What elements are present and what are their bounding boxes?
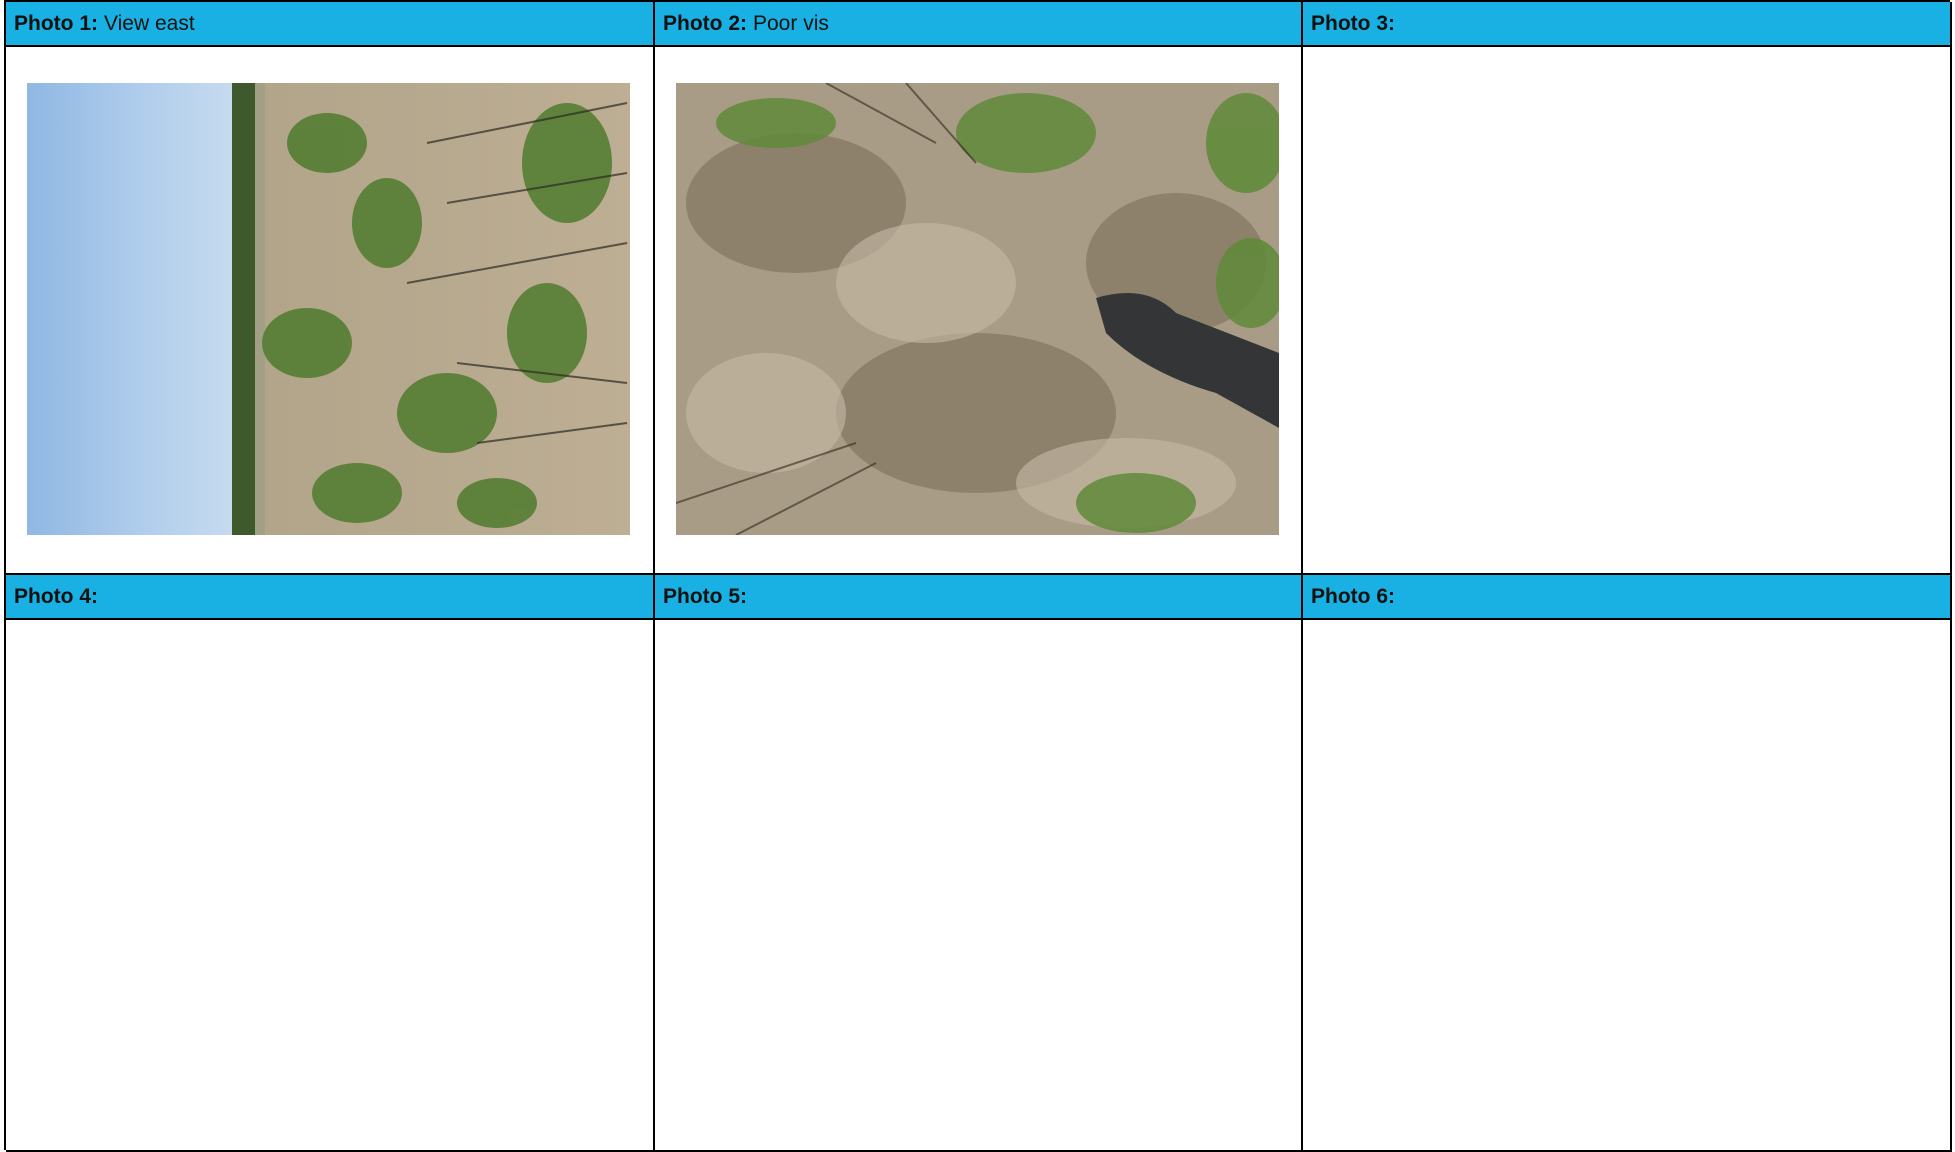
photo-body-2 xyxy=(655,47,1301,573)
photo-caption: View east xyxy=(104,11,195,35)
photo-body-6 xyxy=(1303,620,1950,1150)
photo-grid: Photo 1: View east Photo 2: Poor vis Pho… xyxy=(4,0,1952,1152)
photo-cell-3: Photo 3: xyxy=(1303,2,1952,575)
photo-caption: Poor vis xyxy=(753,11,829,35)
photo-label: Photo 1: xyxy=(14,11,98,35)
photo-cell-1: Photo 1: View east xyxy=(6,2,655,575)
photo-header-4: Photo 4: xyxy=(6,575,653,620)
photo-cell-2: Photo 2: Poor vis xyxy=(655,2,1303,575)
photo-body-5 xyxy=(655,620,1301,1150)
photo-label: Photo 3: xyxy=(1311,11,1395,35)
photo-cell-4: Photo 4: xyxy=(6,575,655,1152)
photo-label: Photo 2: xyxy=(663,11,747,35)
photo-body-1 xyxy=(6,47,653,573)
photo-label: Photo 4: xyxy=(14,584,98,608)
photo-image-1 xyxy=(27,83,630,535)
photo-cell-6: Photo 6: xyxy=(1303,575,1952,1152)
photo-body-3 xyxy=(1303,47,1950,573)
photo-header-1: Photo 1: View east xyxy=(6,2,653,47)
photo-label: Photo 6: xyxy=(1311,584,1395,608)
photo-cell-5: Photo 5: xyxy=(655,575,1303,1152)
photo-image-2 xyxy=(676,83,1279,535)
photo-body-4 xyxy=(6,620,653,1150)
photo-label: Photo 5: xyxy=(663,584,747,608)
photo-header-3: Photo 3: xyxy=(1303,2,1950,47)
photo-header-5: Photo 5: xyxy=(655,575,1301,620)
photo-header-2: Photo 2: Poor vis xyxy=(655,2,1301,47)
photo-header-6: Photo 6: xyxy=(1303,575,1950,620)
